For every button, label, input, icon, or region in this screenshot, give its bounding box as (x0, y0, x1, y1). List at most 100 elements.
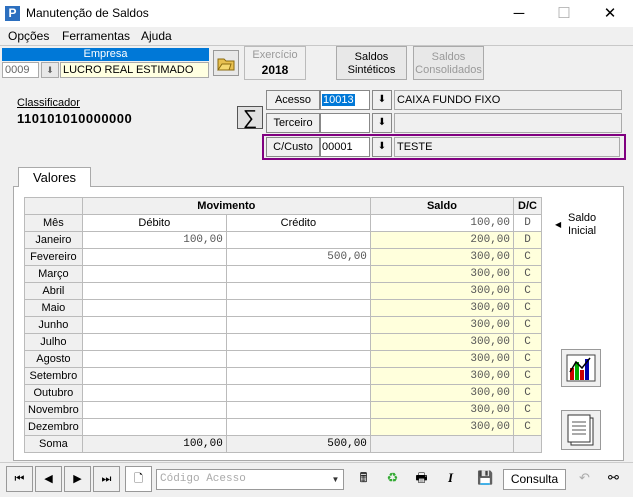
saldo-cell: 300,00 (369, 350, 515, 368)
debito-cell[interactable] (81, 350, 227, 368)
saldos-consolidados-line1: Saldos (431, 51, 466, 63)
dc-cell: C (513, 265, 542, 283)
debito-cell[interactable] (81, 282, 227, 300)
document-icon (567, 414, 594, 446)
saldo-cell: 300,00 (369, 265, 515, 283)
credito-cell[interactable] (225, 299, 371, 317)
dc-cell: C (513, 350, 542, 368)
dc-cell: C (513, 316, 542, 334)
arrow-down-icon: ⬇ (377, 117, 387, 128)
credito-cell[interactable] (225, 384, 371, 402)
menu-divider (0, 45, 633, 46)
table-row: Março 300,00 C (24, 265, 542, 283)
credito-cell[interactable] (225, 316, 371, 334)
table-row: Dezembro 300,00 C (24, 418, 542, 436)
folder-icon (217, 58, 235, 71)
table-row: Outubro 300,00 C (24, 384, 542, 402)
recycle-button[interactable]: ♻ (380, 466, 405, 492)
last-record-icon: ⏭ (101, 473, 112, 485)
menu-ajuda[interactable]: Ajuda (141, 29, 172, 43)
arrow-down-icon: ⬇ (46, 65, 54, 75)
sigma-button[interactable]: ∑ (237, 106, 263, 129)
print-button[interactable]: 🖶 (409, 466, 434, 492)
month-cell: Outubro (24, 384, 83, 402)
credito-cell[interactable] (225, 367, 371, 385)
codigo-acesso-input[interactable]: Código Acesso (156, 469, 344, 490)
dc-cell: C (513, 299, 542, 317)
credito-cell[interactable] (225, 282, 371, 300)
maximize-button[interactable]: ☐ (542, 2, 586, 26)
ccusto-input[interactable]: 00001 (320, 137, 370, 157)
saldo-cell: 200,00 (369, 231, 515, 249)
terceiro-input[interactable] (320, 113, 370, 133)
saldos-sinteticos-button[interactable]: Saldos Sintéticos (336, 46, 407, 80)
calculator-button[interactable]: 🖩 (351, 466, 376, 492)
debito-cell[interactable] (81, 367, 227, 385)
info-button[interactable]: I (438, 466, 463, 492)
bar-chart-icon (566, 354, 596, 382)
empresa-dropdown-button[interactable]: ⬇ (41, 62, 59, 78)
acesso-input[interactable]: 10013 (320, 90, 370, 110)
save-button[interactable]: 💾 (473, 466, 498, 492)
recycle-icon: ♻ (386, 470, 399, 485)
next-record-button[interactable]: ▶ (64, 466, 91, 492)
credito-cell[interactable] (225, 231, 371, 249)
saldo-cell: 300,00 (369, 299, 515, 317)
saldos-sinteticos-line2: Sintéticos (347, 64, 396, 76)
saldos-consolidados-button[interactable]: Saldos Consolidados (413, 46, 484, 80)
debito-cell[interactable] (81, 333, 227, 351)
last-record-button[interactable]: ⏭ (93, 466, 120, 492)
open-folder-button[interactable] (213, 50, 239, 76)
saldo-cell: 300,00 (369, 418, 515, 436)
dc-header: D/C (513, 197, 542, 215)
ccusto-dropdown-button[interactable]: ⬇ (372, 137, 392, 157)
debito-cell[interactable] (81, 316, 227, 334)
credito-cell[interactable] (225, 418, 371, 436)
total-debito: 100,00 (81, 435, 227, 453)
new-record-button[interactable]: 🗋 (125, 466, 152, 492)
credito-cell[interactable] (225, 333, 371, 351)
credito-cell[interactable] (225, 401, 371, 419)
table-row: Janeiro 100,00 200,00 D (24, 231, 542, 249)
dc-cell: C (513, 367, 542, 385)
acesso-dropdown-button[interactable]: ⬇ (372, 90, 392, 110)
total-credito: 500,00 (225, 435, 371, 453)
debito-cell[interactable] (81, 299, 227, 317)
debito-cell[interactable] (81, 418, 227, 436)
saldo-inicial-line2: Inicial (568, 225, 597, 237)
first-record-button[interactable]: ⏮ (6, 466, 33, 492)
menu-opcoes[interactable]: Opções (8, 29, 49, 43)
terceiro-dropdown-button[interactable]: ⬇ (372, 113, 392, 133)
calculator-icon: 🖩 (359, 470, 368, 485)
menu-ferramentas[interactable]: Ferramentas (62, 29, 130, 43)
credito-cell[interactable] (225, 350, 371, 368)
month-cell: Dezembro (24, 418, 83, 436)
month-cell: Janeiro (24, 231, 83, 249)
grid-corner (24, 197, 83, 215)
italic-i-icon: I (447, 470, 454, 485)
debito-cell[interactable]: 100,00 (81, 231, 227, 249)
mode-indicator: Consulta (503, 469, 566, 490)
debito-cell[interactable] (81, 401, 227, 419)
tab-valores[interactable]: Valores (18, 167, 91, 187)
debito-cell[interactable] (81, 265, 227, 283)
dc-inicial-value: D (513, 214, 542, 232)
document-button[interactable] (561, 410, 601, 450)
table-row: Abril 300,00 C (24, 282, 542, 300)
codigo-dropdown-button[interactable]: ▼ (328, 470, 343, 489)
debito-cell[interactable] (81, 248, 227, 266)
triangle-left-icon: ◀ (555, 220, 562, 229)
credito-cell[interactable]: 500,00 (225, 248, 371, 266)
credito-cell[interactable] (225, 265, 371, 283)
saldo-cell: 300,00 (369, 384, 515, 402)
close-button[interactable]: ✕ (588, 2, 632, 26)
saldo-cell: 300,00 (369, 282, 515, 300)
search-button[interactable]: ⚯ (601, 466, 626, 492)
prev-record-button[interactable]: ◀ (35, 466, 62, 492)
total-row: Soma 100,00 500,00 (24, 435, 542, 453)
chart-button[interactable] (561, 349, 601, 387)
empresa-code-input[interactable]: 0009 (2, 62, 39, 78)
minimize-button[interactable]: ─ (497, 2, 541, 26)
debito-cell[interactable] (81, 384, 227, 402)
undo-button[interactable]: ↶ (572, 466, 597, 492)
